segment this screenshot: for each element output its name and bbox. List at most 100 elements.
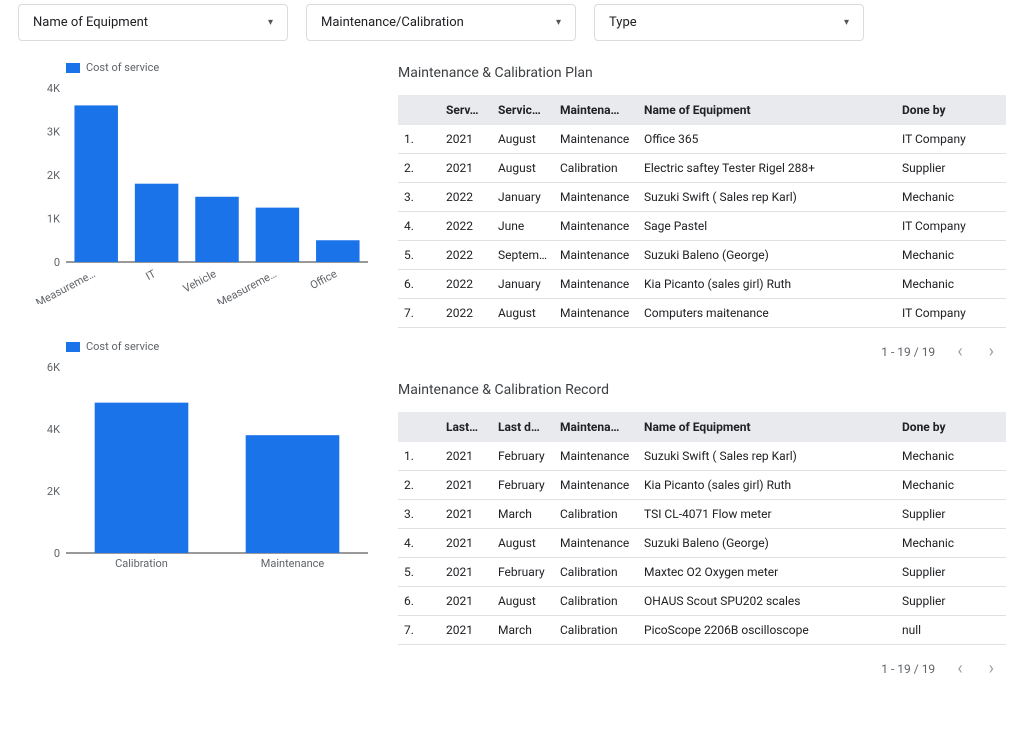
table-row[interactable]: 3.2022JanuaryMaintenanceSuzuki Swift ( S… [398,183,1006,212]
cell: IT Company [896,125,1006,154]
cell: Calibration [554,558,638,587]
legend-swatch-icon [66,63,80,73]
legend-swatch-icon [66,342,80,352]
cell: Mechanic [896,183,1006,212]
cell: Maintenance [554,529,638,558]
bar[interactable] [316,240,359,262]
table-row[interactable]: 5.2022Septem…MaintenanceSuzuki Baleno (G… [398,241,1006,270]
col-header[interactable]: Maintena… [554,412,638,442]
cell: January [492,270,554,299]
cell: Calibration [554,616,638,645]
svg-text:Office: Office [308,267,339,292]
table-row[interactable]: 5.2021FebruaryCalibrationMaxtec O2 Oxyge… [398,558,1006,587]
table-row[interactable]: 3.2021MarchCalibrationTSI CL-4071 Flow m… [398,500,1006,529]
bar-chart-1[interactable]: 01K2K3K4KMeasureme…ITVehicleMeasureme…Of… [18,84,378,304]
table-row[interactable]: 4.2022JuneMaintenanceSage PastelIT Compa… [398,212,1006,241]
prev-page-icon[interactable]: ‹ [953,658,966,679]
svg-text:4K: 4K [47,423,60,436]
cell: August [492,529,554,558]
cell: Calibration [554,154,638,183]
cell: Mechanic [896,529,1006,558]
table-row[interactable]: 4.2021AugustMaintenanceSuzuki Baleno (Ge… [398,529,1006,558]
cell: IT Company [896,328,1006,334]
cell: 2022 [440,328,492,334]
table-row[interactable]: 6.2021AugustCalibrationOHAUS Scout SPU20… [398,587,1006,616]
row-index: 3. [398,500,440,529]
bar[interactable] [74,105,117,262]
bar[interactable] [256,208,299,262]
cell: IT Company [896,212,1006,241]
filter-maintenance-calibration[interactable]: Maintenance/Calibration ▾ [306,4,576,41]
svg-text:1K: 1K [47,213,60,226]
table-row[interactable]: 7.2022AugustMaintenanceComputers maitena… [398,299,1006,328]
col-header[interactable]: Name of Equipment [638,412,896,442]
cell: Maintenance [554,299,638,328]
table-row[interactable]: 7.2021MarchCalibrationPicoScope 2206B os… [398,616,1006,645]
bar[interactable] [195,197,238,262]
cell: Server Computer [638,645,896,651]
row-index: 3. [398,183,440,212]
cell: March [492,616,554,645]
col-header[interactable]: Last d… [492,412,554,442]
row-index: 1. [398,442,440,471]
cell: 2021 [440,500,492,529]
svg-text:0: 0 [54,256,60,269]
cell: 2022 [440,270,492,299]
cell: Maintenance [554,442,638,471]
col-header[interactable]: Maintena… [554,95,638,125]
bar[interactable] [95,403,189,553]
prev-page-icon[interactable]: ‹ [953,341,966,362]
cell: August [492,328,554,334]
filter-label: Maintenance/Calibration [321,15,464,30]
plan-section: Maintenance & Calibration Plan Serv… Ser… [398,65,1006,370]
cell: Maintenance [554,270,638,299]
table-row[interactable]: 1.2021AugustMaintenanceOffice 365IT Comp… [398,125,1006,154]
cell: March [492,500,554,529]
table-row[interactable]: 8.2022AugustMaintenanceHardware and back… [398,328,1006,334]
table-row[interactable]: 2.2021AugustCalibrationElectric saftey T… [398,154,1006,183]
filter-type[interactable]: Type ▾ [594,4,864,41]
bar[interactable] [135,184,178,262]
cell: Septem… [492,241,554,270]
filter-row: Name of Equipment ▾ Maintenance/Calibrat… [18,0,1006,61]
record-table[interactable]: Last… Last d… Maintena… Name of Equipmen… [398,412,1006,650]
cell: Mechanic [896,270,1006,299]
next-page-icon[interactable]: › [985,341,998,362]
legend-label: Cost of service [86,61,159,74]
row-index: 7. [398,616,440,645]
col-header[interactable]: Name of Equipment [638,95,896,125]
table-header-row: Serv… Servic… Maintena… Name of Equipmen… [398,95,1006,125]
cell: OHAUS Scout SPU202 scales [638,587,896,616]
row-index: 4. [398,529,440,558]
cell: Mechanic [896,442,1006,471]
bar-chart-2[interactable]: 02K4K6KCalibrationMaintenance [18,363,378,583]
cell: 2021 [440,471,492,500]
bar[interactable] [246,435,340,553]
next-page-icon[interactable]: › [985,658,998,679]
svg-text:2K: 2K [47,169,60,182]
svg-text:Measureme…: Measureme… [34,267,98,304]
cell: 2022 [440,241,492,270]
cell: August [492,154,554,183]
filter-name-of-equipment[interactable]: Name of Equipment ▾ [18,4,288,41]
cell: Calibration [554,500,638,529]
cell: Mechanic [896,471,1006,500]
table-row[interactable]: 6.2022JanuaryMaintenanceKia Picanto (sal… [398,270,1006,299]
table-row[interactable]: 2.2021FebruaryMaintenanceKia Picanto (sa… [398,471,1006,500]
row-index: 5. [398,558,440,587]
row-index: 8. [398,645,440,651]
table-row[interactable]: 8.2021FebruaryMaintenanceServer Computer… [398,645,1006,651]
plan-table[interactable]: Serv… Servic… Maintena… Name of Equipmen… [398,95,1006,333]
cell: Suzuki Baleno (George) [638,241,896,270]
col-header[interactable]: Done by [896,412,1006,442]
plan-pager: 1 - 19 / 19 ‹ › [398,333,1006,370]
cell: Kia Picanto (sales girl) Ruth [638,270,896,299]
col-header[interactable]: Servic… [492,95,554,125]
chevron-down-icon: ▾ [268,17,273,28]
table-row[interactable]: 1.2021FebruaryMaintenanceSuzuki Swift ( … [398,442,1006,471]
table-header-row: Last… Last d… Maintena… Name of Equipmen… [398,412,1006,442]
svg-text:6K: 6K [47,363,60,374]
col-header[interactable]: Last… [440,412,492,442]
col-header[interactable]: Done by [896,95,1006,125]
col-header[interactable]: Serv… [440,95,492,125]
